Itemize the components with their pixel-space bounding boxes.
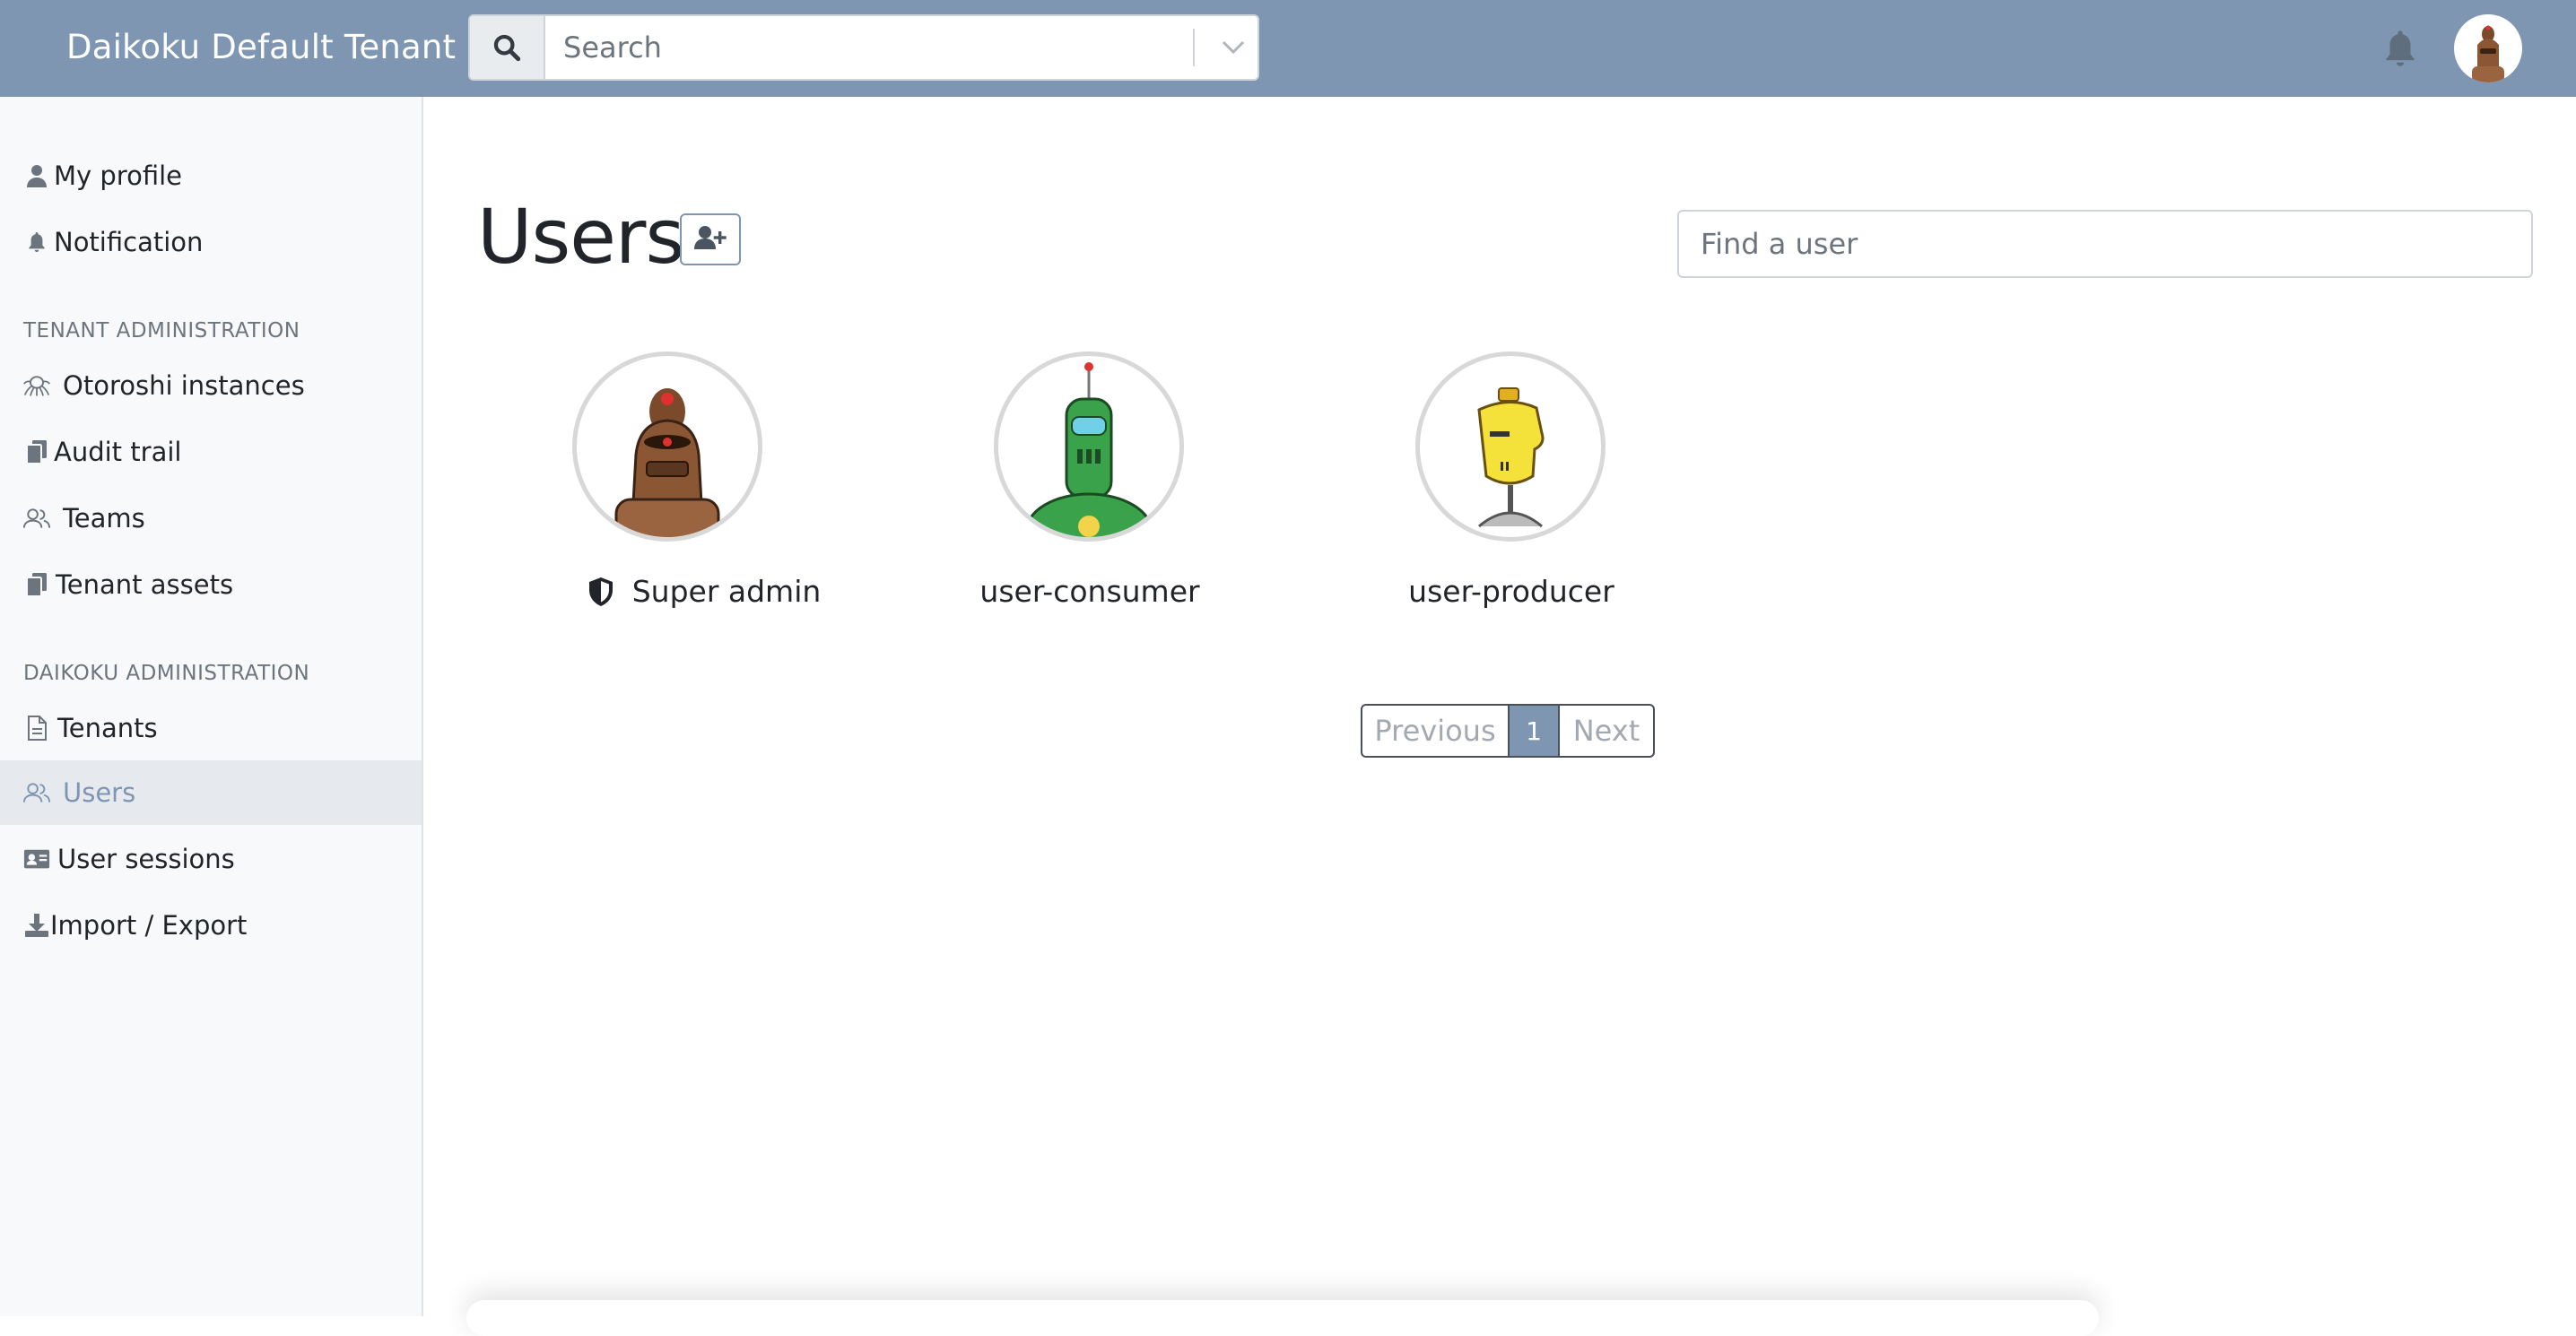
bell-icon — [23, 229, 50, 256]
user-avatar[interactable] — [572, 351, 762, 542]
user-avatar[interactable] — [1415, 351, 1606, 542]
sidebar-item-label: Teams — [63, 503, 145, 534]
user-name-text: user-consumer — [979, 574, 1200, 609]
user-card-super-admin[interactable]: Super admin — [493, 351, 821, 620]
sidebar: My profile Notification TENANT ADMINISTR… — [0, 97, 423, 1316]
sidebar-item-user-sessions[interactable]: User sessions — [0, 827, 422, 891]
sidebar-item-label: Users — [63, 777, 136, 808]
sidebar-item-label: Audit trail — [54, 437, 182, 467]
daikoku-administration-heading: DAIKOKU ADMINISTRATION — [23, 662, 310, 685]
sidebar-item-label: Tenant assets — [56, 569, 234, 600]
users-icon — [23, 505, 50, 532]
user-name-text: user-producer — [1408, 574, 1614, 609]
top-navbar: Daikoku Default Tenant — [0, 0, 2576, 97]
user-name: user-consumer — [915, 574, 1265, 609]
sidebar-item-label: Notification — [54, 227, 204, 257]
copy-icon — [23, 438, 50, 465]
sidebar-item-label: Otoroshi instances — [63, 370, 305, 401]
id-card-icon — [23, 846, 50, 872]
user-avatar[interactable] — [994, 351, 1184, 542]
user-name: Super admin — [529, 574, 879, 609]
pagination: Previous 1 Next — [1361, 704, 1655, 758]
sidebar-item-users[interactable]: Users — [0, 760, 422, 825]
sidebar-item-notification[interactable]: Notification — [0, 210, 422, 274]
global-search — [468, 14, 1259, 81]
sidebar-item-tenants[interactable]: Tenants — [0, 696, 422, 760]
user-avatar-menu[interactable] — [2454, 14, 2522, 82]
sidebar-item-teams[interactable]: Teams — [0, 486, 422, 551]
sidebar-item-tenant-assets[interactable]: Tenant assets — [0, 552, 422, 617]
pagination-page-1[interactable]: 1 — [1508, 706, 1560, 756]
user-icon — [23, 162, 50, 189]
tenant-administration-heading: TENANT ADMINISTRATION — [23, 319, 300, 343]
sidebar-item-label: Import / Export — [50, 910, 248, 941]
sidebar-item-label: My profile — [54, 160, 183, 191]
users-icon — [23, 779, 50, 806]
sidebar-item-audit-trail[interactable]: Audit trail — [0, 420, 422, 484]
notifications-bell-icon[interactable] — [2380, 25, 2420, 72]
sidebar-item-label: Tenants — [57, 713, 158, 743]
user-name-text: Super admin — [631, 574, 822, 609]
copy-icon — [23, 571, 50, 598]
tenant-brand[interactable]: Daikoku Default Tenant — [66, 0, 456, 97]
file-icon — [23, 715, 50, 742]
user-card-user-consumer[interactable]: user-consumer — [915, 351, 1200, 620]
page-title: Users — [477, 193, 684, 281]
sidebar-item-my-profile[interactable]: My profile — [0, 143, 422, 208]
search-icon[interactable] — [470, 16, 545, 79]
chevron-down-icon[interactable] — [1211, 16, 1256, 79]
search-separator — [1193, 29, 1195, 66]
shield-icon — [587, 577, 614, 607]
add-user-button[interactable] — [680, 213, 741, 265]
user-plus-icon — [694, 225, 727, 254]
pagination-previous[interactable]: Previous — [1362, 706, 1508, 756]
download-icon — [23, 912, 50, 939]
pagination-next[interactable]: Next — [1560, 706, 1653, 756]
search-input[interactable] — [545, 16, 1173, 79]
sidebar-item-label: User sessions — [57, 844, 235, 874]
octopus-icon — [23, 372, 50, 399]
footer-shadow — [466, 1300, 2099, 1336]
user-name: user-producer — [1336, 574, 1686, 609]
sidebar-item-otoroshi-instances[interactable]: Otoroshi instances — [0, 353, 422, 418]
sidebar-item-import-export[interactable]: Import / Export — [0, 893, 422, 958]
user-card-user-producer[interactable]: user-producer — [1336, 351, 1614, 620]
find-user-input[interactable] — [1677, 210, 2533, 278]
